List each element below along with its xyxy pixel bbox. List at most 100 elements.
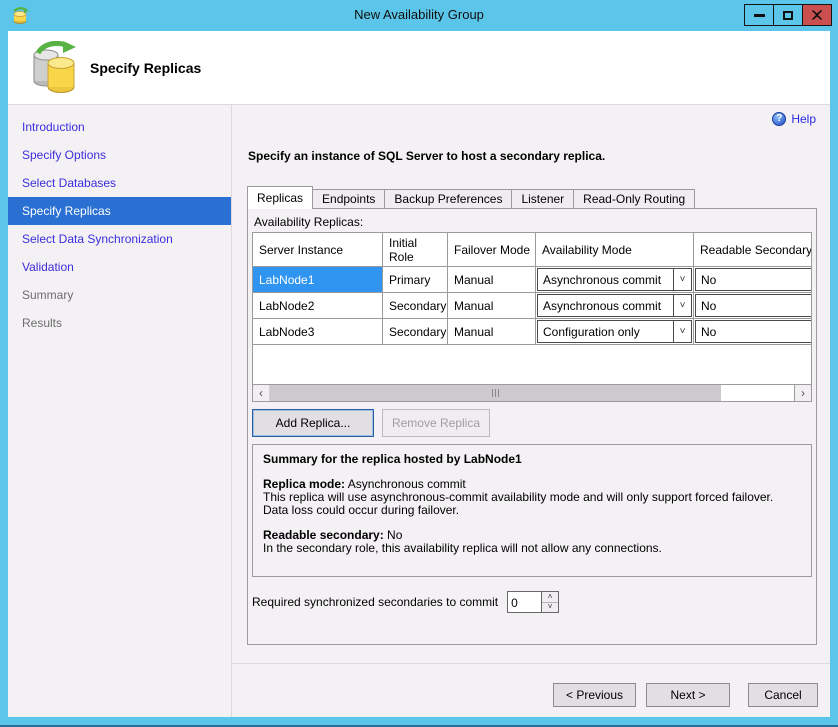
table-row-cell-initial-role[interactable]: Secondary <box>383 293 448 319</box>
sidebar-item-specify-replicas[interactable]: Specify Replicas <box>8 197 231 225</box>
chevron-down-icon: ˅ <box>673 295 691 316</box>
footer-buttons: < Previous Next > Cancel <box>553 683 818 707</box>
cancel-button[interactable]: Cancel <box>748 683 818 707</box>
dropdown-value: Asynchronous commit <box>538 273 673 287</box>
close-button[interactable] <box>802 4 832 26</box>
sidebar-item-specify-options[interactable]: Specify Options <box>8 141 231 169</box>
column-header-initial-role: Initial Role <box>383 233 448 267</box>
wizard-footer: < Previous Next > Cancel <box>232 663 830 717</box>
table-row-cell-server[interactable]: LabNode3 <box>253 319 383 345</box>
dropdown-value: No <box>696 325 812 339</box>
table-row-cell-failover-mode[interactable]: Manual <box>448 293 536 319</box>
table-row-cell-availability-mode: Configuration only ˅ <box>536 319 694 345</box>
column-header-availability-mode: Availability Mode <box>536 233 694 267</box>
help-icon: ? <box>772 112 786 126</box>
table-row-cell-failover-mode[interactable]: Manual <box>448 319 536 345</box>
replica-mode-value: Asynchronous commit <box>345 477 466 491</box>
add-replica-button[interactable]: Add Replica... <box>252 409 374 437</box>
readable-secondary-dropdown[interactable]: No ˅ <box>695 320 812 343</box>
next-button[interactable]: Next > <box>646 683 730 707</box>
scrollbar-track[interactable] <box>270 385 794 401</box>
window-title: New Availability Group <box>0 7 838 22</box>
spin-up-icon[interactable]: ˄ <box>542 592 558 603</box>
table-row-cell-readable-secondary: No ˅ <box>694 319 812 345</box>
new-availability-group-window: New Availability Group <box>0 0 838 727</box>
replica-actions: Add Replica... Remove Replica <box>252 409 812 437</box>
required-secondaries-row: Required synchronized secondaries to com… <box>252 591 812 613</box>
column-header-server-instance: Server Instance <box>253 233 383 267</box>
spinner-buttons: ˄ ˅ <box>541 592 558 612</box>
maximize-icon <box>783 11 793 20</box>
table-row-cell-server[interactable]: LabNode1 <box>253 267 383 293</box>
titlebar: New Availability Group <box>0 0 838 31</box>
readable-secondary-dropdown[interactable]: No ˅ <box>695 294 812 317</box>
spin-down-icon[interactable]: ˅ <box>542 603 558 613</box>
sidebar-item-select-databases[interactable]: Select Databases <box>8 169 231 197</box>
dropdown-value: Configuration only <box>538 325 673 339</box>
readable-secondary-label: Readable secondary: <box>263 528 384 542</box>
chevron-down-icon: ˅ <box>673 269 691 290</box>
column-header-readable-secondary: Readable Secondary <box>694 233 812 267</box>
table-row-cell-availability-mode: Asynchronous commit ˅ <box>536 293 694 319</box>
sidebar-item-select-data-synchronization[interactable]: Select Data Synchronization <box>8 225 231 253</box>
dropdown-value: No <box>696 299 812 313</box>
specify-replicas-icon <box>30 41 80 95</box>
tab-endpoints[interactable]: Endpoints <box>312 189 385 209</box>
help-link[interactable]: ? Help <box>772 112 816 126</box>
page-title: Specify Replicas <box>90 60 201 76</box>
scroll-left-icon[interactable]: ‹ <box>253 385 270 401</box>
thumb-grip <box>498 389 499 397</box>
replicas-grid-table: Server Instance Initial Role Failover Mo… <box>253 233 812 345</box>
sidebar-item-introduction[interactable]: Introduction <box>8 113 231 141</box>
sidebar-item-validation[interactable]: Validation <box>8 253 231 281</box>
availability-mode-dropdown[interactable]: Asynchronous commit ˅ <box>537 268 692 291</box>
sidebar-item-results: Results <box>8 309 231 337</box>
column-header-failover-mode: Failover Mode <box>448 233 536 267</box>
replica-mode-label: Replica mode: <box>263 477 345 491</box>
tab-backup-preferences[interactable]: Backup Preferences <box>384 189 512 209</box>
help-label: Help <box>791 112 816 126</box>
minimize-icon <box>754 14 765 17</box>
availability-mode-dropdown[interactable]: Configuration only ˅ <box>537 320 692 343</box>
table-row-cell-availability-mode: Asynchronous commit ˅ <box>536 267 694 293</box>
thumb-grip <box>492 389 493 397</box>
required-secondaries-label: Required synchronized secondaries to com… <box>252 595 498 609</box>
wizard-steps-sidebar: Introduction Specify Options Select Data… <box>8 105 232 717</box>
maximize-button[interactable] <box>773 4 803 26</box>
table-row-cell-initial-role[interactable]: Secondary <box>383 319 448 345</box>
scrollbar-thumb[interactable] <box>270 385 721 401</box>
table-row-cell-initial-role[interactable]: Primary <box>383 267 448 293</box>
tab-read-only-routing[interactable]: Read-Only Routing <box>573 189 695 209</box>
tab-replicas[interactable]: Replicas <box>247 186 313 209</box>
wizard-header: Specify Replicas <box>8 31 830 105</box>
table-row-cell-readable-secondary: No ˅ <box>694 267 812 293</box>
instruction-text: Specify an instance of SQL Server to hos… <box>248 149 605 163</box>
minimize-button[interactable] <box>744 4 774 26</box>
table-row-cell-failover-mode[interactable]: Manual <box>448 267 536 293</box>
replicas-tab-panel: Availability Replicas: Server Instance I… <box>247 208 817 645</box>
previous-button[interactable]: < Previous <box>553 683 636 707</box>
summary-title: Summary for the replica hosted by LabNod… <box>263 453 801 466</box>
tab-listener[interactable]: Listener <box>511 189 574 209</box>
scroll-right-icon[interactable]: › <box>794 385 811 401</box>
table-row-cell-server[interactable]: LabNode2 <box>253 293 383 319</box>
close-icon <box>811 9 823 21</box>
replica-mode-description: This replica will use asynchronous-commi… <box>263 491 801 517</box>
remove-replica-button: Remove Replica <box>382 409 490 437</box>
replicas-grid: Server Instance Initial Role Failover Mo… <box>252 232 812 402</box>
readable-secondary-description: In the secondary role, this availability… <box>263 542 801 555</box>
readable-secondary-value: No <box>384 528 403 542</box>
dropdown-value: No <box>696 273 812 287</box>
readable-secondary-dropdown[interactable]: No ˅ <box>695 268 812 291</box>
grid-empty-area <box>253 345 811 384</box>
availability-replicas-label: Availability Replicas: <box>252 213 812 232</box>
availability-mode-dropdown[interactable]: Asynchronous commit ˅ <box>537 294 692 317</box>
required-secondaries-input[interactable] <box>508 592 541 612</box>
replica-summary-box: Summary for the replica hosted by LabNod… <box>252 444 812 577</box>
wizard-dialog: Specify Replicas Introduction Specify Op… <box>8 31 830 717</box>
sidebar-item-summary: Summary <box>8 281 231 309</box>
window-controls <box>745 4 832 26</box>
horizontal-scrollbar[interactable]: ‹ › <box>253 384 811 401</box>
dropdown-value: Asynchronous commit <box>538 299 673 313</box>
thumb-grip <box>495 389 496 397</box>
